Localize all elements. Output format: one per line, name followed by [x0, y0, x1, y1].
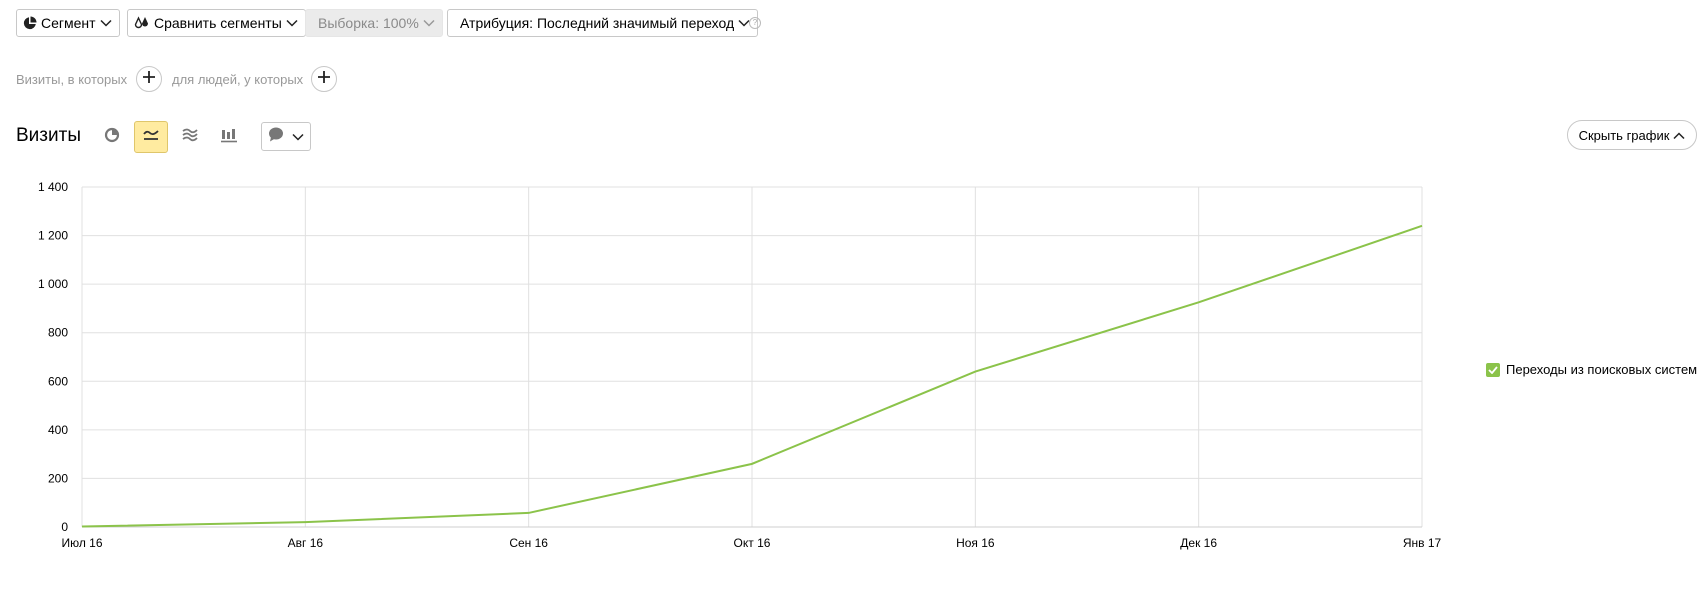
- add-visit-condition-button[interactable]: [136, 66, 162, 92]
- legend-label: Переходы из поисковых систем: [1506, 362, 1698, 377]
- pie-chart-icon: [23, 16, 37, 30]
- help-icon[interactable]: ?: [749, 17, 761, 29]
- visits-filter-label: Визиты, в которых: [16, 72, 128, 87]
- chevron-down-icon: [286, 19, 298, 27]
- chevron-up-icon: [1673, 128, 1685, 143]
- compare-segments-label: Сравнить сегменты: [154, 15, 282, 31]
- comments-button[interactable]: [261, 122, 311, 151]
- hide-chart-label: Скрыть график: [1578, 127, 1670, 143]
- y-tick-label: 400: [48, 423, 68, 437]
- plus-icon: [143, 70, 155, 88]
- chevron-down-icon: [292, 128, 304, 146]
- drops-icon: [134, 16, 150, 30]
- y-tick-label: 800: [48, 326, 68, 340]
- chevron-down-icon: [100, 19, 112, 27]
- x-tick-label: Янв 17: [1403, 536, 1442, 550]
- y-tick-label: 1 000: [38, 277, 68, 291]
- y-tick-label: 200: [48, 471, 68, 485]
- x-tick-label: Окт 16: [734, 536, 771, 550]
- line-chart-view-button[interactable]: [134, 121, 168, 153]
- bar-chart-icon: [220, 127, 238, 148]
- y-tick-label: 1 200: [38, 229, 68, 243]
- sample-button[interactable]: Выборка: 100%: [305, 9, 443, 37]
- legend-item-search-traffic[interactable]: Переходы из поисковых систем: [1486, 362, 1697, 377]
- visits-line-chart: 0 200 400 600 800 1 000 1 200 1 400 Июл 16 Авг 16…: [38, 180, 1442, 550]
- y-tick-label: 0: [61, 520, 68, 534]
- pie-view-icon: [104, 127, 120, 148]
- segment-button[interactable]: Сегмент: [16, 9, 120, 37]
- y-tick-label: 600: [48, 374, 68, 388]
- sample-label: Выборка: 100%: [318, 15, 419, 31]
- bar-chart-view-button[interactable]: [212, 121, 246, 153]
- segment-label: Сегмент: [41, 15, 96, 31]
- add-people-condition-button[interactable]: [311, 66, 337, 92]
- y-tick-label: 1 400: [38, 180, 68, 194]
- x-tick-label: Июл 16: [61, 536, 102, 550]
- area-chart-view-button[interactable]: [173, 121, 207, 153]
- attribution-label: Атрибуция: Последний значимый переход: [460, 15, 735, 31]
- people-filter-label: для людей, у которых: [172, 72, 304, 87]
- series-line: [81, 224, 1423, 528]
- comment-icon: [268, 127, 284, 147]
- x-tick-label: Авг 16: [288, 536, 324, 550]
- report-title: Визиты: [16, 125, 81, 146]
- x-tick-label: Ноя 16: [956, 536, 995, 550]
- plus-icon: [318, 70, 330, 88]
- x-tick-label: Сен 16: [509, 536, 548, 550]
- x-tick-label: Дек 16: [1180, 536, 1217, 550]
- area-chart-icon: [181, 127, 199, 148]
- line-chart-icon: [142, 128, 160, 147]
- pie-chart-view-button[interactable]: [95, 121, 129, 153]
- compare-segments-button[interactable]: Сравнить сегменты: [127, 9, 306, 37]
- attribution-button[interactable]: Атрибуция: Последний значимый переход: [447, 9, 759, 37]
- legend-checkbox[interactable]: [1486, 362, 1500, 377]
- chevron-down-icon: [423, 19, 435, 27]
- hide-chart-button[interactable]: Скрыть график: [1567, 120, 1697, 150]
